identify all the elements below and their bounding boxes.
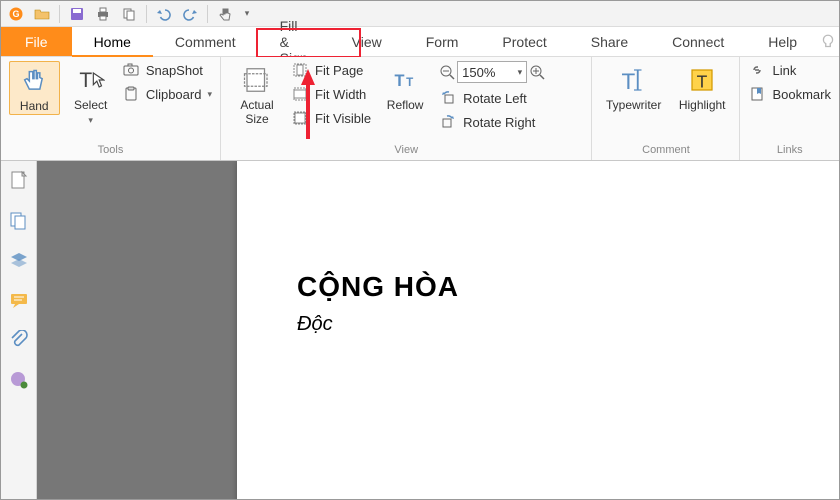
highlight-button[interactable]: T Highlight xyxy=(673,61,732,113)
camera-icon xyxy=(122,61,140,79)
reflow-icon: TT xyxy=(388,63,422,97)
tab-home[interactable]: Home xyxy=(72,27,153,56)
navigation-panel xyxy=(1,161,37,499)
link-button[interactable]: Link xyxy=(748,61,831,79)
fit-page-icon xyxy=(291,61,309,79)
select-icon: T xyxy=(74,63,108,97)
tab-comment[interactable]: Comment xyxy=(153,27,258,56)
rotate-right-button[interactable]: Rotate Right xyxy=(439,113,545,131)
doc-heading: CỘNG HÒA xyxy=(297,271,839,303)
fit-visible-icon xyxy=(291,109,309,127)
bookmark-icon xyxy=(748,85,766,103)
ribbon: Hand T Select▾ SnapShot Clipboard ▾ Tool… xyxy=(1,57,839,161)
select-button[interactable]: T Select▾ xyxy=(66,61,116,127)
comments-panel-icon[interactable] xyxy=(6,287,32,313)
svg-text:T: T xyxy=(697,72,708,92)
ribbon-group-comment: T Typewriter T Highlight Comment xyxy=(592,57,740,160)
rotate-left-button[interactable]: Rotate Left xyxy=(439,89,545,107)
highlight-icon: T xyxy=(685,63,719,97)
tab-form[interactable]: Form xyxy=(404,27,481,56)
quick-access-toolbar: G ▾ xyxy=(1,1,839,27)
ribbon-group-tools: Hand T Select▾ SnapShot Clipboard ▾ Tool… xyxy=(1,57,221,160)
svg-text:G: G xyxy=(12,9,19,19)
hand-button[interactable]: Hand xyxy=(9,61,60,115)
bookmarks-panel-icon[interactable] xyxy=(6,167,32,193)
snapshot-button[interactable]: SnapShot xyxy=(122,61,212,79)
hand-icon xyxy=(17,64,51,98)
bookmark-button[interactable]: Bookmark xyxy=(748,85,831,103)
document-page: CỘNG HÒA Độc xyxy=(237,161,839,499)
group-label: Tools xyxy=(1,142,220,160)
group-label: Links xyxy=(740,142,839,160)
help-bulb-icon[interactable] xyxy=(819,27,837,56)
zoom-out-icon[interactable] xyxy=(439,64,455,80)
chevron-down-icon: ▾ xyxy=(518,67,523,78)
reflow-button[interactable]: TT Reflow xyxy=(377,61,433,113)
zoom-in-icon[interactable] xyxy=(529,64,545,80)
chevron-down-icon: ▾ xyxy=(207,89,212,100)
app-icon[interactable]: G xyxy=(5,3,27,25)
zoom-select[interactable]: 150%▾ xyxy=(457,61,527,83)
svg-text:T: T xyxy=(395,72,405,90)
attachments-panel-icon[interactable] xyxy=(6,327,32,353)
fit-width-icon xyxy=(291,85,309,103)
rotate-right-icon xyxy=(439,113,457,131)
layers-panel-icon[interactable] xyxy=(6,247,32,273)
actual-size-icon xyxy=(240,63,274,97)
ribbon-tabs: File Home Comment Fill & Sign View Form … xyxy=(1,27,839,57)
tab-share[interactable]: Share xyxy=(569,27,650,56)
save-icon[interactable] xyxy=(66,3,88,25)
tab-file[interactable]: File xyxy=(1,27,72,56)
actual-size-button[interactable]: Actual Size xyxy=(229,61,285,127)
fit-visible-button[interactable]: Fit Visible xyxy=(291,109,371,127)
group-label: Comment xyxy=(592,142,739,160)
touch-mode-icon[interactable] xyxy=(214,3,236,25)
chevron-down-icon: ▾ xyxy=(88,115,93,125)
tab-connect[interactable]: Connect xyxy=(650,27,746,56)
tab-help[interactable]: Help xyxy=(746,27,819,56)
link-icon xyxy=(748,61,766,79)
clipboard-icon xyxy=(122,85,140,103)
document-viewport[interactable]: CỘNG HÒA Độc xyxy=(37,161,839,499)
group-label: View xyxy=(221,142,591,160)
undo-icon[interactable] xyxy=(153,3,175,25)
tab-fill-sign[interactable]: Fill & Sign xyxy=(258,27,330,56)
content-area: CỘNG HÒA Độc xyxy=(1,161,839,499)
fit-width-button[interactable]: Fit Width xyxy=(291,85,371,103)
ribbon-group-links: Link Bookmark Links xyxy=(740,57,839,160)
redo-icon[interactable] xyxy=(179,3,201,25)
clipboard-button[interactable]: Clipboard ▾ xyxy=(122,85,212,103)
typewriter-button[interactable]: T Typewriter xyxy=(600,61,666,113)
open-icon[interactable] xyxy=(31,3,53,25)
signatures-panel-icon[interactable] xyxy=(6,367,32,393)
tab-protect[interactable]: Protect xyxy=(480,27,568,56)
svg-text:T: T xyxy=(621,69,635,94)
fit-page-button[interactable]: Fit Page xyxy=(291,61,371,79)
typewriter-icon: T xyxy=(617,63,651,97)
ribbon-group-view: Actual Size Fit Page Fit Width Fit Visib… xyxy=(221,57,592,160)
qat-dropdown-icon[interactable]: ▾ xyxy=(240,3,254,25)
copy-icon[interactable] xyxy=(118,3,140,25)
rotate-left-icon xyxy=(439,89,457,107)
pages-panel-icon[interactable] xyxy=(6,207,32,233)
tab-view[interactable]: View xyxy=(330,27,404,56)
print-icon[interactable] xyxy=(92,3,114,25)
doc-subheading: Độc xyxy=(297,313,839,336)
svg-text:T: T xyxy=(79,69,92,92)
svg-text:T: T xyxy=(406,76,413,89)
